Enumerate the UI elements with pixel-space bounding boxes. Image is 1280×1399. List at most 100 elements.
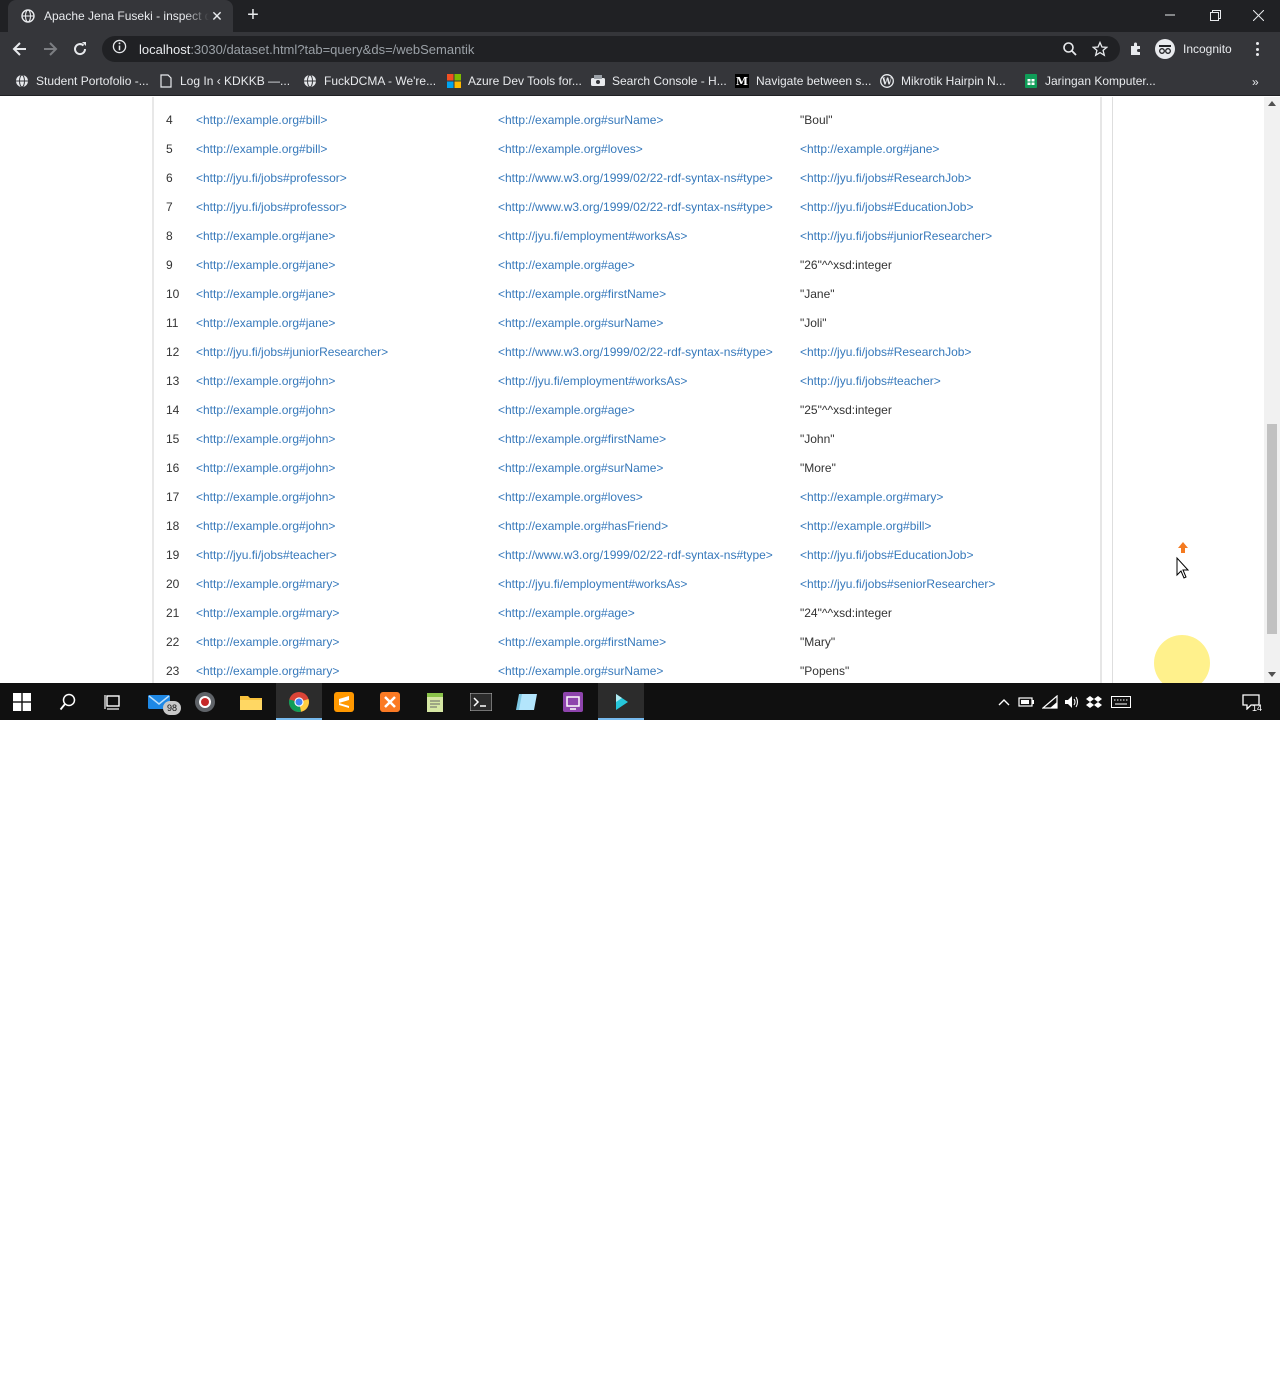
chrome-menu-icon[interactable] — [1248, 40, 1266, 58]
bookmark-item[interactable]: M Navigate between s... — [734, 71, 871, 91]
subject-link[interactable]: <http://example.org#john> — [196, 403, 335, 417]
subject-link[interactable]: <http://example.org#john> — [196, 432, 335, 446]
predicate-link[interactable]: <http://example.org#surName> — [498, 461, 663, 475]
back-icon[interactable] — [8, 37, 32, 61]
language-indicator[interactable]: IND — [1143, 1379, 1162, 1391]
xampp-icon[interactable] — [377, 689, 403, 715]
predicate-link[interactable]: <http://example.org#hasFriend> — [498, 519, 668, 533]
app-icon[interactable] — [608, 689, 634, 715]
subject-link[interactable]: <http://example.org#john> — [196, 374, 335, 388]
bookmark-item[interactable]: Azure Dev Tools for... — [446, 71, 582, 91]
object-link[interactable]: <http://jyu.fi/jobs#juniorResearcher> — [800, 229, 992, 243]
sublime-icon[interactable] — [331, 689, 357, 715]
predicate-link[interactable]: <http://example.org#age> — [498, 258, 635, 272]
subject-link[interactable]: <http://jyu.fi/jobs#professor> — [196, 200, 347, 214]
object-link[interactable]: <http://jyu.fi/jobs#teacher> — [800, 374, 941, 388]
bookmark-item[interactable]: Log In ‹ KDKKB —... — [158, 71, 290, 91]
predicate-link[interactable]: <http://www.w3.org/1999/02/22-rdf-syntax… — [498, 200, 773, 214]
predicate-link[interactable]: <http://www.w3.org/1999/02/22-rdf-syntax… — [498, 171, 773, 185]
search-icon[interactable] — [55, 689, 81, 715]
subject-link[interactable]: <http://example.org#jane> — [196, 316, 335, 330]
bookmark-item[interactable]: W Mikrotik Hairpin N... — [879, 71, 1006, 91]
restore-icon[interactable] — [1193, 0, 1237, 30]
predicate-link[interactable]: <http://example.org#firstName> — [498, 287, 666, 301]
subject-link[interactable]: <http://example.org#john> — [196, 490, 335, 504]
extensions-icon[interactable] — [1128, 41, 1144, 57]
predicate-link[interactable]: <http://jyu.fi/employment#worksAs> — [498, 577, 687, 591]
bookmark-item[interactable]: Jaringan Komputer... — [1023, 71, 1156, 91]
predicate-link[interactable]: <http://www.w3.org/1999/02/22-rdf-syntax… — [498, 548, 773, 562]
subject-link[interactable]: <http://example.org#jane> — [196, 229, 335, 243]
scrollbar-thumb[interactable] — [1267, 424, 1277, 634]
chevron-up-icon[interactable] — [995, 689, 1013, 715]
bookmark-star-icon[interactable] — [1091, 40, 1109, 57]
wifi-icon[interactable] — [1040, 689, 1060, 715]
subject-link[interactable]: <http://jyu.fi/jobs#teacher> — [196, 548, 337, 562]
bookmark-item[interactable]: FuckDCMA - We're... — [302, 71, 436, 91]
predicate-link[interactable]: <http://example.org#loves> — [498, 142, 643, 156]
browser-tab[interactable]: Apache Jena Fuseki - inspect dataset ✕ — [8, 0, 233, 32]
bookmark-item[interactable]: Search Console - H... — [590, 71, 727, 91]
subject-link[interactable]: <http://example.org#mary> — [196, 577, 339, 591]
close-window-icon[interactable] — [1236, 0, 1280, 30]
zoom-search-icon[interactable] — [1062, 41, 1078, 57]
dropbox-icon[interactable] — [1084, 689, 1104, 715]
predicate-link[interactable]: <http://example.org#age> — [498, 403, 635, 417]
system-clock[interactable]: 8:42 PM 1/11/2021 — [1170, 1369, 1232, 1399]
predicate-link[interactable]: <http://example.org#firstName> — [498, 432, 666, 446]
object-link[interactable]: <http://jyu.fi/jobs#EducationJob> — [800, 200, 973, 214]
predicate-link[interactable]: <http://example.org#loves> — [498, 490, 643, 504]
predicate-link[interactable]: <http://jyu.fi/employment#worksAs> — [498, 374, 687, 388]
bookmark-item[interactable]: Student Portofolio -... — [14, 71, 149, 91]
object-link[interactable]: <http://jyu.fi/jobs#seniorResearcher> — [800, 577, 995, 591]
file-explorer-icon[interactable] — [238, 689, 264, 715]
predicate-link[interactable]: <http://jyu.fi/employment#worksAs> — [498, 229, 687, 243]
incognito-profile-button[interactable]: Incognito — [1155, 38, 1232, 60]
predicate-link[interactable]: <http://example.org#age> — [498, 606, 635, 620]
predicate-link[interactable]: <http://example.org#firstName> — [498, 635, 666, 649]
keyboard-icon[interactable] — [1108, 689, 1134, 715]
chrome-dev-icon[interactable] — [192, 689, 218, 715]
url-text[interactable]: localhost:3030/dataset.html?tab=query&ds… — [139, 42, 474, 57]
object-link[interactable]: <http://jyu.fi/jobs#EducationJob> — [800, 548, 973, 562]
visual-studio-icon[interactable] — [560, 689, 586, 715]
predicate-link[interactable]: <http://www.w3.org/1999/02/22-rdf-syntax… — [498, 345, 773, 359]
subject-link[interactable]: <http://example.org#mary> — [196, 664, 339, 678]
object-link[interactable]: <http://example.org#jane> — [800, 142, 939, 156]
subject-link[interactable]: <http://example.org#john> — [196, 519, 335, 533]
object-link[interactable]: <http://jyu.fi/jobs#ResearchJob> — [800, 171, 971, 185]
object-link[interactable]: <http://example.org#bill> — [800, 519, 931, 533]
address-bar[interactable]: localhost:3030/dataset.html?tab=query&ds… — [102, 36, 1120, 62]
reload-icon[interactable] — [68, 37, 92, 61]
chrome-icon[interactable] — [286, 689, 312, 715]
scroll-down-icon[interactable] — [1268, 670, 1276, 678]
subject-link[interactable]: <http://example.org#bill> — [196, 142, 327, 156]
subject-link[interactable]: <http://example.org#mary> — [196, 635, 339, 649]
tab-close-icon[interactable]: ✕ — [209, 8, 225, 24]
notes-icon[interactable] — [514, 689, 540, 715]
minimize-icon[interactable] — [1148, 0, 1192, 30]
object-link[interactable]: <http://example.org#mary> — [800, 490, 943, 504]
predicate-link[interactable]: <http://example.org#surName> — [498, 664, 663, 678]
subject-link[interactable]: <http://jyu.fi/jobs#professor> — [196, 171, 347, 185]
task-view-icon[interactable] — [100, 689, 126, 715]
new-tab-button[interactable]: + — [243, 5, 263, 26]
info-icon[interactable] — [112, 39, 127, 59]
more-bookmarks-icon[interactable]: » — [1252, 75, 1259, 89]
subject-link[interactable]: <http://example.org#jane> — [196, 287, 335, 301]
subject-link[interactable]: <http://example.org#mary> — [196, 606, 339, 620]
subject-link[interactable]: <http://example.org#john> — [196, 461, 335, 475]
predicate-link[interactable]: <http://example.org#surName> — [498, 113, 663, 127]
predicate-link[interactable]: <http://example.org#surName> — [498, 316, 663, 330]
subject-link[interactable]: <http://jyu.fi/jobs#juniorResearcher> — [196, 345, 388, 359]
volume-icon[interactable] — [1062, 689, 1082, 715]
object-link[interactable]: <http://jyu.fi/jobs#ResearchJob> — [800, 345, 971, 359]
battery-icon[interactable] — [1017, 689, 1037, 715]
scroll-up-icon[interactable] — [1268, 100, 1276, 108]
subject-link[interactable]: <http://example.org#bill> — [196, 113, 327, 127]
forward-icon[interactable] — [38, 37, 62, 61]
notepad-plus-icon[interactable] — [422, 689, 448, 715]
start-icon[interactable] — [9, 689, 35, 715]
subject-link[interactable]: <http://example.org#jane> — [196, 258, 335, 272]
terminal-icon[interactable] — [468, 689, 494, 715]
